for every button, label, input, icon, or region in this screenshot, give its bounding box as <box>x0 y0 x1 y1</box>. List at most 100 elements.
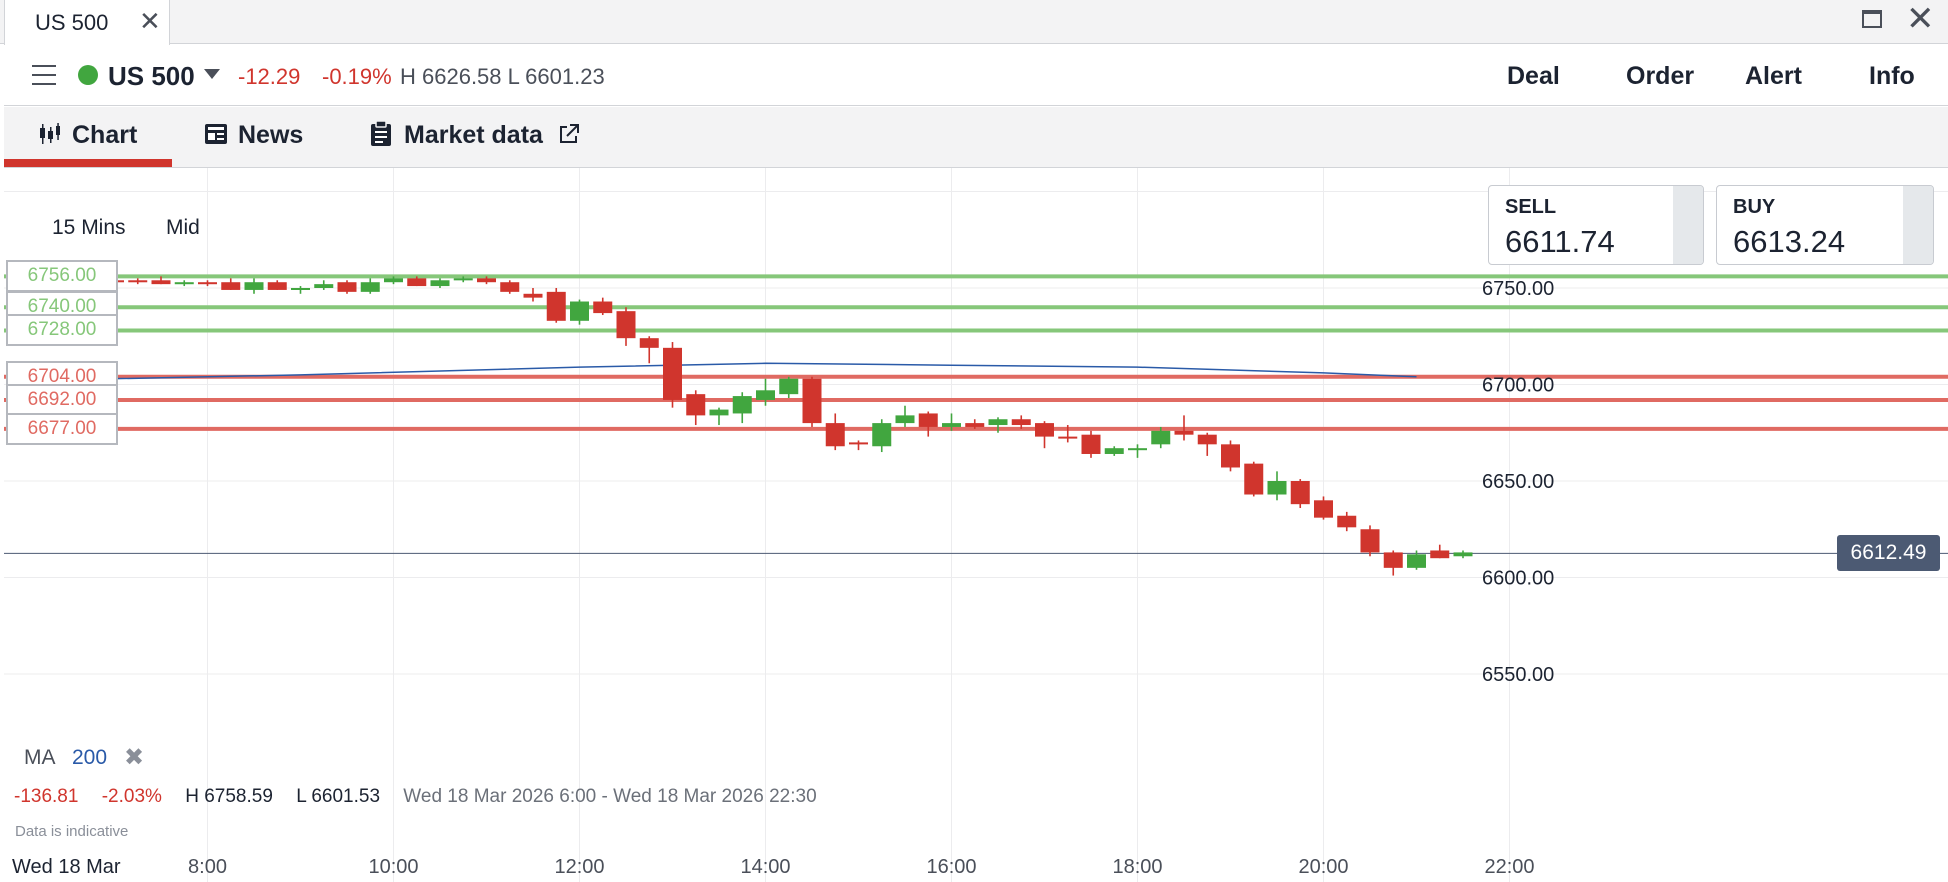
order-button[interactable]: Order <box>1626 62 1694 91</box>
candle-body <box>1221 444 1240 468</box>
external-link-icon[interactable] <box>558 123 580 145</box>
candle <box>895 405 915 427</box>
candle-body <box>128 280 148 283</box>
candle <box>732 392 752 424</box>
candle-body <box>1314 500 1333 518</box>
indicator-period[interactable]: 200 <box>72 746 107 770</box>
candle-body <box>198 282 217 285</box>
candle <box>1035 421 1054 449</box>
instrument-header: US 500 -12.29 -0.19% H 6626.58 L 6601.23… <box>4 45 1948 106</box>
tab-news[interactable]: News <box>204 121 303 150</box>
candle-body <box>593 301 613 314</box>
candlestick-chart-icon <box>40 123 60 144</box>
candle-body <box>384 278 403 283</box>
buy-button[interactable]: BUY 6613.24 <box>1716 185 1934 265</box>
candle <box>593 297 613 316</box>
maximize-icon[interactable] <box>1862 10 1882 28</box>
candle-body <box>732 396 752 414</box>
candle <box>1128 444 1147 458</box>
hamburger-menu-icon[interactable] <box>32 65 56 85</box>
range-period: Wed 18 Mar 2026 6:00 - Wed 18 Mar 2026 2… <box>403 786 817 807</box>
candle-body <box>1360 529 1380 553</box>
sell-button[interactable]: SELL 6611.74 <box>1488 185 1704 265</box>
candle-body <box>1267 481 1287 495</box>
candle <box>1290 479 1310 509</box>
sell-button-edge <box>1673 186 1703 264</box>
y-axis-tick-label: 6600.00 <box>1482 568 1554 590</box>
x-axis-tick-label: 18:00 <box>1112 856 1162 878</box>
candle-body <box>1197 434 1217 445</box>
candle-body <box>802 378 822 424</box>
deal-button[interactable]: Deal <box>1507 62 1560 91</box>
candle-body <box>174 282 194 285</box>
candle-body <box>895 415 915 424</box>
candle-body <box>500 282 520 292</box>
buy-button-edge <box>1903 186 1933 264</box>
candle-body <box>1035 423 1054 437</box>
candle-body <box>1407 554 1426 568</box>
window-tab[interactable]: US 500 ✕ <box>4 0 170 45</box>
candle-body <box>639 338 659 348</box>
candle <box>174 280 194 287</box>
active-tab-indicator <box>4 159 172 167</box>
candle <box>198 280 217 287</box>
candle-body <box>1174 430 1194 435</box>
chart-canvas[interactable]: 6750.00 6700.00 6650.00 6600.00 6550.00 Wed … <box>4 168 1948 882</box>
candle <box>1360 525 1380 557</box>
candle <box>802 376 822 427</box>
price-type-selector[interactable]: Mid <box>166 216 200 240</box>
candle-body <box>849 442 868 445</box>
window-tab-title: US 500 <box>35 10 109 35</box>
candle <box>291 286 310 294</box>
tab-news-label: News <box>238 121 304 149</box>
candle-body <box>779 378 799 395</box>
candle-body <box>872 423 892 447</box>
sell-label: SELL <box>1505 196 1557 218</box>
instrument-name[interactable]: US 500 <box>108 61 195 92</box>
view-tabs: Chart News Market data <box>4 107 1948 168</box>
x-axis-tick-label: 10:00 <box>368 856 418 878</box>
daily-change-value: -12.29 <box>238 64 301 89</box>
x-axis-date-label: Wed 18 Mar <box>12 856 121 878</box>
candle-body <box>267 282 287 290</box>
candle <box>1337 511 1357 532</box>
info-button[interactable]: Info <box>1869 62 1915 91</box>
remove-indicator-icon[interactable]: ✖ <box>124 743 144 772</box>
candle-body <box>360 282 380 292</box>
candle <box>872 419 892 453</box>
y-axis-tick-label: 6750.00 <box>1482 278 1554 300</box>
price-level-label[interactable]: 6692.00 <box>6 383 118 416</box>
chevron-down-icon[interactable] <box>204 69 220 79</box>
candle-body <box>570 301 589 321</box>
candle <box>639 336 659 364</box>
tab-chart-label: Chart <box>72 121 138 149</box>
price-level-label[interactable]: 6728.00 <box>6 314 118 347</box>
candle <box>430 278 450 288</box>
candle-body <box>918 413 938 427</box>
range-stats: -136.81 -2.03% H 6758.59 L 6601.53 Wed 1… <box>14 786 835 808</box>
candle-body <box>709 409 729 416</box>
indicator-name: MA <box>24 746 56 769</box>
candle-body <box>1081 434 1101 454</box>
market-status-dot <box>78 65 98 85</box>
candle-body <box>686 394 706 416</box>
candle <box>686 390 706 426</box>
candle <box>1197 432 1217 456</box>
tab-market-data[interactable]: Market data <box>370 120 580 150</box>
price-level-label[interactable]: 6677.00 <box>6 412 118 445</box>
price-chart[interactable]: 6750.00 6700.00 6650.00 6600.00 6550.00 Wed … <box>4 168 1948 882</box>
disclaimer-text: Data is indicative <box>15 823 129 840</box>
window-close-icon[interactable]: ✕ <box>1906 2 1935 36</box>
tab-close-icon[interactable]: ✕ <box>139 6 161 37</box>
alert-button[interactable]: Alert <box>1745 62 1802 91</box>
x-axis-tick-label: 14:00 <box>740 856 790 878</box>
x-axis-tick-label: 22:00 <box>1484 856 1534 878</box>
price-level-label[interactable]: 6756.00 <box>6 260 118 293</box>
tab-chart[interactable]: Chart <box>38 121 137 150</box>
candle <box>221 278 241 290</box>
daily-change-percent: -0.19% <box>322 64 392 89</box>
y-axis-tick-label: 6700.00 <box>1482 375 1554 397</box>
timeframe-selector[interactable]: 15 Mins <box>52 216 126 240</box>
candle-body <box>1058 436 1078 439</box>
candle <box>918 411 938 437</box>
